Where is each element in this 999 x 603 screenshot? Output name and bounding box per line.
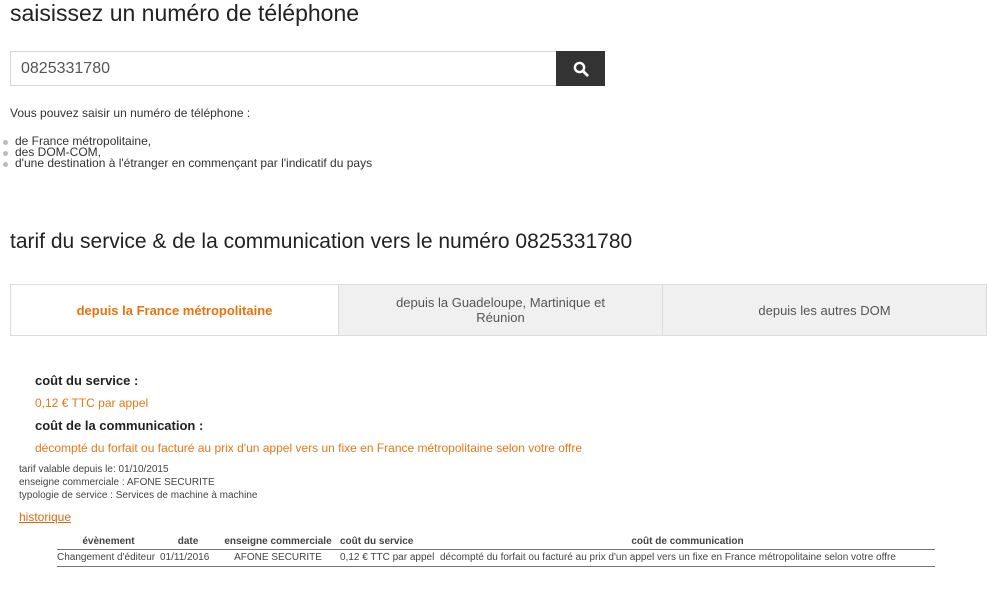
- cell-communication-cost: décompté du forfait ou facturé au prix d…: [440, 549, 935, 567]
- cell-brand: AFONE SECURITE: [216, 549, 340, 567]
- cell-service-cost: 0,12 € TTC par appel: [340, 549, 440, 567]
- service-type-text: typologie de service : Services de machi…: [19, 490, 258, 501]
- history-link[interactable]: historique: [19, 510, 71, 524]
- tab-guadeloupe-martinique-reunion[interactable]: depuis la Guadeloupe, Martinique et Réun…: [338, 285, 662, 335]
- communication-cost-value: décompté du forfait ou facturé au prix d…: [35, 441, 583, 455]
- search-button[interactable]: [556, 51, 605, 86]
- communication-cost-label: coût de la communication :: [35, 418, 204, 433]
- origin-tabs: depuis la France métropolitaine depuis l…: [10, 284, 987, 336]
- column-header-communication-cost: coût de communication: [440, 535, 935, 550]
- tariff-section-title: tarif du service & de la communication v…: [10, 230, 633, 253]
- brand-text: enseigne commerciale : AFONE SECURITE: [19, 477, 215, 488]
- history-table: évènement date enseigne commerciale coût…: [57, 535, 935, 567]
- service-cost-label: coût du service :: [35, 373, 139, 388]
- phone-search-input[interactable]: [11, 52, 557, 85]
- column-header-event: évènement: [57, 535, 160, 550]
- search-box: [10, 51, 605, 86]
- search-icon: [573, 61, 589, 77]
- table-header-row: évènement date enseigne commerciale coût…: [57, 535, 935, 550]
- cell-date: 01/11/2016: [160, 549, 216, 567]
- destination-list: de France métropolitaine, des DOM-COM, d…: [3, 135, 372, 169]
- cell-event: Changement d'éditeur: [57, 549, 160, 567]
- service-cost-value: 0,12 € TTC par appel: [35, 396, 149, 410]
- help-intro-text: Vous pouvez saisir un numéro de téléphon…: [10, 106, 251, 120]
- page-title: saisissez un numéro de téléphone: [10, 0, 360, 26]
- tab-autres-dom[interactable]: depuis les autres DOM: [662, 285, 986, 335]
- column-header-service-cost: coût du service: [340, 535, 440, 550]
- column-header-date: date: [160, 535, 216, 550]
- tab-france-metropolitaine[interactable]: depuis la France métropolitaine: [11, 285, 338, 335]
- column-header-brand: enseigne commerciale: [216, 535, 340, 550]
- table-row: Changement d'éditeur 01/11/2016 AFONE SE…: [57, 549, 935, 567]
- valid-since-text: tarif valable depuis le: 01/10/2015: [19, 464, 169, 475]
- list-item: d'une destination à l'étranger en commen…: [3, 157, 372, 169]
